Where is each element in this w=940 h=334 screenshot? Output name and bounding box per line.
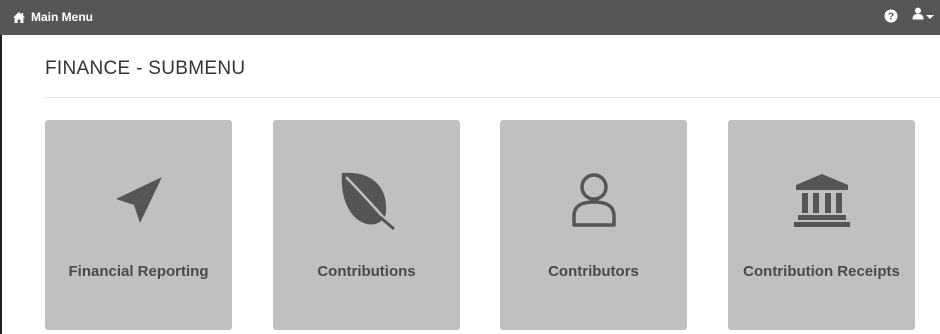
tile-financial-reporting[interactable]: Financial Reporting — [45, 120, 232, 330]
paper-plane-icon — [45, 170, 232, 230]
tile-label: Contribution Receipts — [743, 263, 900, 280]
svg-text:?: ? — [888, 12, 894, 23]
page-title: FINANCE - SUBMENU — [45, 58, 246, 79]
home-icon — [12, 11, 26, 24]
main-menu-label: Main Menu — [31, 10, 93, 24]
tile-label: Contributors — [548, 263, 639, 280]
user-icon — [912, 7, 924, 25]
title-divider — [45, 97, 940, 98]
caret-down-icon — [926, 7, 934, 25]
tile-contribution-receipts[interactable]: Contribution Receipts — [728, 120, 915, 330]
tile-contributors[interactable]: Contributors — [500, 120, 687, 330]
top-navbar: Main Menu ? — [0, 0, 940, 35]
user-menu-toggle[interactable] — [912, 7, 940, 25]
tile-contributions[interactable]: Contributions — [273, 120, 460, 330]
question-circle-icon[interactable]: ? — [884, 9, 898, 23]
main-menu-link[interactable]: Main Menu — [12, 8, 93, 26]
tile-label: Contributions — [317, 263, 416, 280]
leaf-icon — [273, 170, 460, 231]
user-outline-icon — [500, 170, 687, 230]
tile-label: Financial Reporting — [68, 263, 209, 280]
bank-icon — [728, 170, 915, 230]
